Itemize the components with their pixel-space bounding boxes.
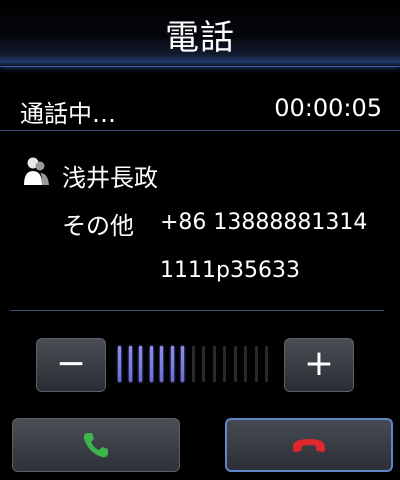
- volume-bar: [223, 346, 226, 382]
- volume-bar: [170, 346, 174, 382]
- volume-bar: [254, 346, 258, 382]
- volume-bar: [149, 346, 153, 382]
- minus-icon: −: [55, 343, 87, 384]
- volume-bar: [212, 346, 216, 382]
- volume-bar: [244, 346, 247, 382]
- volume-down-button[interactable]: −: [36, 338, 106, 392]
- volume-bar: [181, 346, 184, 382]
- volume-level-indicator[interactable]: [116, 346, 276, 384]
- call-duration-timer: 00:00:05: [274, 94, 382, 122]
- answer-call-button[interactable]: [12, 418, 180, 472]
- volume-bar: [191, 346, 195, 382]
- section-divider: [10, 310, 384, 311]
- contact-name: 浅井長政: [62, 164, 158, 192]
- volume-bar: [139, 346, 142, 382]
- phone-hangup-icon: [293, 439, 325, 452]
- call-status-text: 通話中…: [20, 100, 116, 128]
- phone-number: +86 13888881314: [160, 210, 368, 235]
- call-status-row: 通話中… 00:00:05: [0, 86, 400, 131]
- number-type-label: その他: [62, 212, 134, 240]
- end-call-button[interactable]: [225, 418, 393, 472]
- volume-bar: [202, 346, 205, 382]
- phone-extension: 1111p35633: [160, 258, 300, 283]
- volume-bar: [233, 346, 237, 382]
- plus-icon: +: [303, 343, 335, 384]
- contact-person-icon: [24, 157, 49, 185]
- volume-bar: [128, 346, 132, 382]
- volume-bar: [265, 346, 268, 382]
- volume-bar: [118, 346, 121, 382]
- app-header: 電話: [0, 0, 400, 67]
- volume-bar: [160, 346, 163, 382]
- phone-answer-icon: [83, 433, 108, 458]
- volume-up-button[interactable]: +: [284, 338, 354, 392]
- page-title: 電話: [165, 18, 235, 58]
